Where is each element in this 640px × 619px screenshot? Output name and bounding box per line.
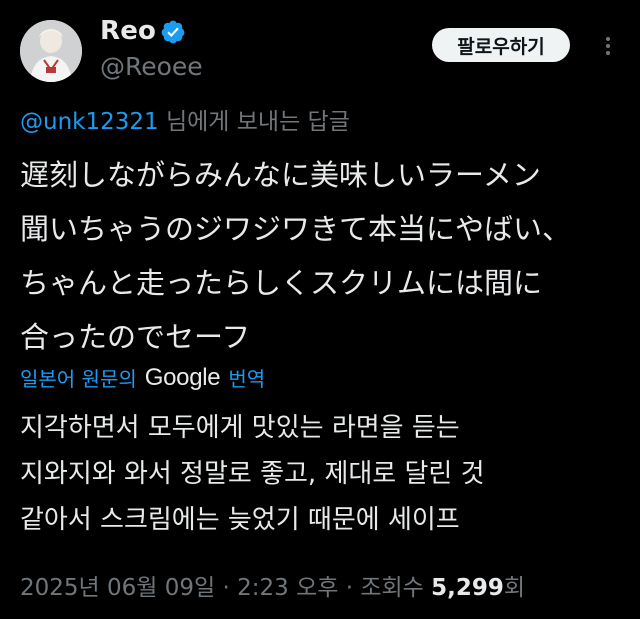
translation-prefix: 일본어 원문의 (20, 367, 137, 391)
views-count[interactable]: 5,299 (431, 575, 504, 601)
tweet-text-line: 合ったのでセーフ (20, 320, 251, 354)
tweet-text-line: 遅刻しながらみんなに美味しいラーメン (20, 158, 541, 192)
tweet-text-line: ちゃんと走ったらしくスクリムには間に (20, 266, 543, 300)
more-horizontal-icon[interactable] (598, 36, 618, 56)
reply-suffix: 님에게 보내는 답글 (158, 109, 350, 135)
tweet-text: 遅刻しながらみんなに美味しいラーメン 聞いちゃうのジワジワきて本当にやばい、 ち… (20, 148, 630, 364)
verified-badge-icon (161, 20, 185, 44)
tweet-text-line: 聞いちゃうのジワジワきて本当にやばい、 (20, 212, 572, 246)
reply-to-user-link[interactable]: @unk12321 (20, 109, 159, 135)
avatar-image (20, 20, 82, 82)
translated-text-line: 같아서 스크림에는 늦었기 때문에 세이프 (20, 505, 460, 535)
author-display-name[interactable]: Reo (100, 16, 156, 46)
google-logo: Google (144, 363, 221, 391)
meta-separator: · (338, 575, 361, 601)
translation-suffix: 번역 (228, 367, 266, 391)
tweet-meta: 2025년 06월 09일 · 2:23 오후 · 조회수 5,299회 (20, 568, 525, 602)
meta-separator: · (215, 575, 238, 601)
views-label: 조회수 (360, 575, 424, 601)
translated-text-line: 지각하면서 모두에게 맛있는 라면을 듣는 (20, 413, 460, 443)
follow-button[interactable]: 팔로우하기 (432, 28, 570, 62)
translation-attribution[interactable]: 일본어 원문의 Google 번역 (20, 363, 265, 392)
translated-text-line: 지와지와 와서 정말로 좋고, 제대로 달린 것 (20, 459, 485, 489)
views-suffix: 회 (503, 575, 526, 601)
avatar[interactable] (20, 20, 82, 82)
tweet-date[interactable]: 2025년 06월 09일 (20, 575, 215, 601)
translated-text: 지각하면서 모두에게 맛있는 라면을 듣는 지와지와 와서 정말로 좋고, 제대… (20, 405, 630, 543)
author-handle[interactable]: @Reoee (100, 52, 203, 81)
tweet-time[interactable]: 2:23 오후 (237, 575, 338, 601)
reply-context: @unk12321 님에게 보내는 답글 (20, 102, 350, 136)
